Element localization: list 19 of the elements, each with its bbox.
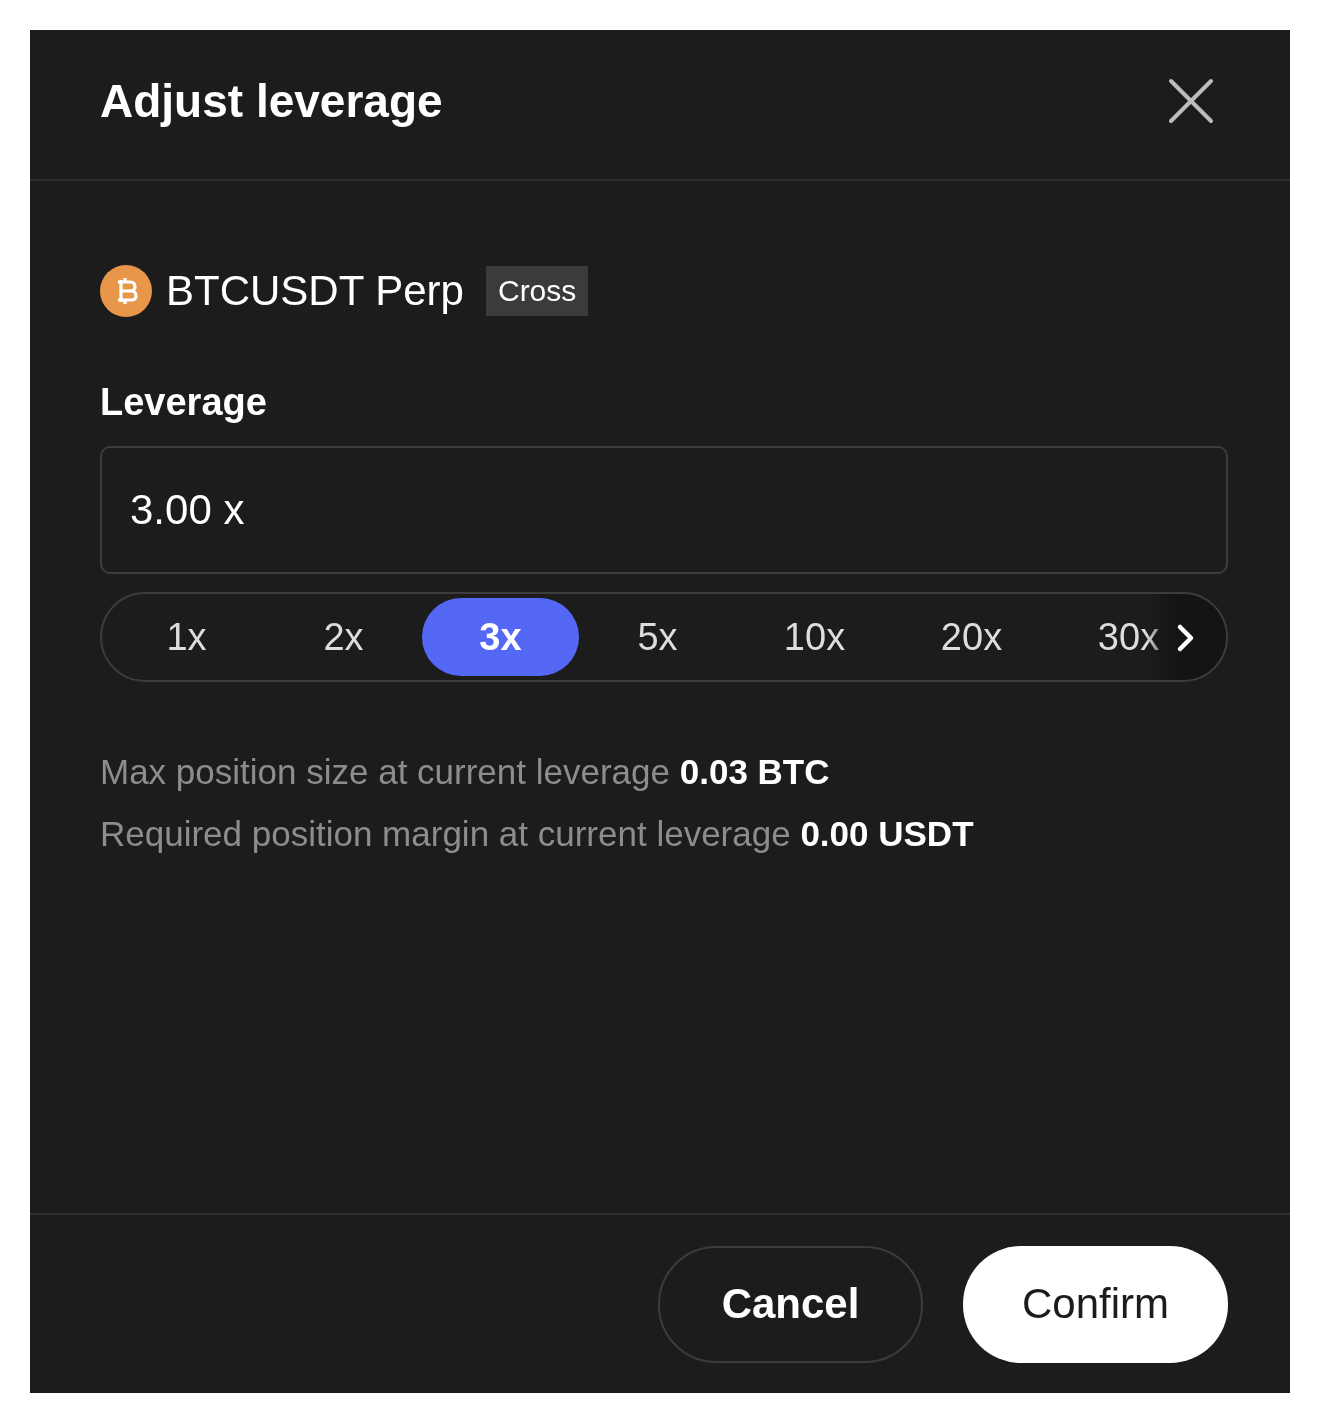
leverage-preset[interactable]: 3x <box>422 598 579 676</box>
margin-mode-tag: Cross <box>485 266 589 316</box>
leverage-input[interactable]: 3.00 x <box>100 446 1228 574</box>
confirm-button[interactable]: Confirm <box>963 1245 1228 1363</box>
coin-icon <box>100 265 152 317</box>
dialog-title: Adjust leverage <box>100 73 443 128</box>
info-text: Required position margin at current leverage 0.00 USDT <box>100 814 975 854</box>
info-text: Max position size at current leverage 0.03 BTC <box>100 752 831 792</box>
chevron-right-icon[interactable] <box>1176 623 1196 653</box>
leverage-preset[interactable]: 1x <box>108 598 265 676</box>
close-icon[interactable] <box>1168 77 1214 124</box>
leverage-preset[interactable]: 20x <box>893 598 1050 676</box>
leverage-preset[interactable]: 5x <box>579 598 736 676</box>
leverage-preset[interactable]: 10x <box>736 598 893 676</box>
instrument-name: BTCUSDT Perp <box>166 267 464 315</box>
leverage-preset[interactable]: 30x <box>1050 598 1207 676</box>
leverage-label: Leverage <box>100 381 268 424</box>
leverage-preset[interactable]: 2x <box>265 598 422 676</box>
cancel-button[interactable]: Cancel <box>658 1245 923 1363</box>
